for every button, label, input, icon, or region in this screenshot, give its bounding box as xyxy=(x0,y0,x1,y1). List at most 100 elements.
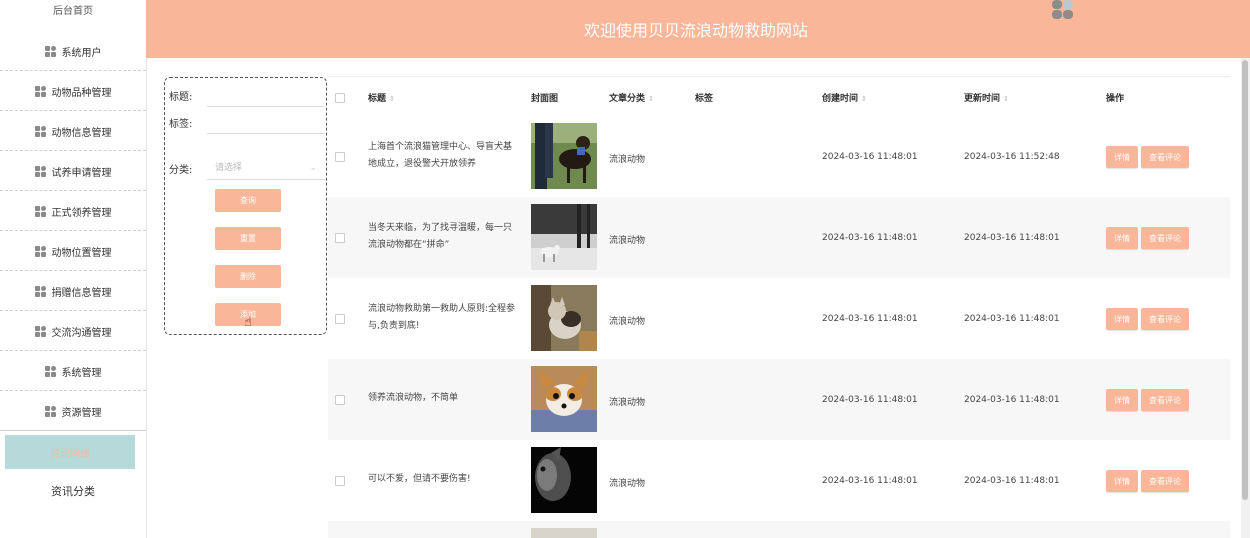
sort-icon[interactable]: ⇕ xyxy=(861,95,867,103)
hand-cursor-icon: ☝ xyxy=(244,315,252,330)
column-header-updated[interactable]: 更新时间 ⇕ xyxy=(964,91,1009,104)
row-category: 流浪动物 xyxy=(609,398,646,408)
cover-image xyxy=(531,447,597,513)
grid-icon xyxy=(44,45,56,57)
row-updated-time: 2024-03-16 11:52:48 xyxy=(964,152,1060,162)
row-category: 流浪动物 xyxy=(609,236,646,246)
sidebar-item-label: 动物信息管理 xyxy=(51,127,112,139)
row-checkbox[interactable] xyxy=(335,395,345,405)
sidebar-item-communication[interactable]: 交流沟通管理 xyxy=(0,312,146,351)
sidebar-item-system-users[interactable]: 系统用户 xyxy=(0,32,146,71)
row-checkbox[interactable] xyxy=(335,152,345,162)
scrollbar-thumb[interactable] xyxy=(1242,60,1248,500)
table-row: 当冬天来临，为了找寻温暖，每一只流浪动物都在“拼命” 流浪动物 2024-03-… xyxy=(328,197,1230,278)
page-scrollbar[interactable] xyxy=(1241,58,1250,538)
table-row: 上海首个流浪猫管理中心、导盲犬基地成立，退役警犬开放领养 流浪动物 2024-0… xyxy=(328,116,1230,197)
view-comments-button[interactable]: 查看评论 xyxy=(1141,146,1189,168)
table-row: 可以不爱，但请不要伤害! 流浪动物 2024-03-16 11:48:01 20… xyxy=(328,440,1230,521)
grid-icon xyxy=(34,285,46,297)
cover-image xyxy=(531,204,597,270)
row-title: 上海首个流浪猫管理中心、导盲犬基地成立，退役警犬开放领养 xyxy=(368,142,513,169)
sort-icon[interactable]: ⇕ xyxy=(389,95,395,103)
row-updated-time: 2024-03-16 11:48:01 xyxy=(964,314,1060,324)
detail-button[interactable]: 详情 xyxy=(1106,146,1138,168)
row-created-time: 2024-03-16 11:48:01 xyxy=(822,152,918,162)
select-all-checkbox[interactable] xyxy=(335,93,345,103)
detail-button[interactable]: 详情 xyxy=(1106,227,1138,249)
row-checkbox[interactable] xyxy=(335,233,345,243)
reset-button[interactable]: 重置 xyxy=(215,227,281,250)
detail-button[interactable]: 详情 xyxy=(1106,389,1138,411)
column-header-cover: 封面图 xyxy=(531,94,559,104)
sort-icon[interactable]: ⇕ xyxy=(648,95,654,103)
detail-button[interactable]: 详情 xyxy=(1106,308,1138,330)
sidebar-item-resource-management[interactable]: 资源管理 xyxy=(0,392,146,431)
column-header-category[interactable]: 文章分类 ⇕ xyxy=(609,91,654,104)
delete-button[interactable]: 删除 xyxy=(215,265,281,288)
sidebar-subitem-news-network[interactable]: 资讯网络 xyxy=(5,435,135,469)
grid-icon xyxy=(44,405,56,417)
sidebar-item-label: 系统管理 xyxy=(61,367,102,379)
sidebar: 后台首页 系统用户 动物品种管理 动物信息管理 试养申请管理 正式领养管理 动物… xyxy=(0,0,147,538)
site-title: 欢迎使用贝贝流浪动物救助网站 xyxy=(583,21,808,40)
cover-image xyxy=(531,285,597,351)
title-field-label: 标题: xyxy=(169,92,193,103)
sort-icon[interactable]: ⇕ xyxy=(1003,95,1009,103)
grid-icon xyxy=(34,125,46,137)
grid-icon xyxy=(34,205,46,217)
title-input[interactable] xyxy=(207,85,325,107)
row-created-time: 2024-03-16 11:48:01 xyxy=(822,395,918,405)
sidebar-item-trial-adoption[interactable]: 试养申请管理 xyxy=(0,152,146,191)
row-updated-time: 2024-03-16 11:48:01 xyxy=(964,395,1060,405)
grid-icon xyxy=(34,245,46,257)
row-title: 流浪动物救助第一救助人原则:全程参与,负责到底! xyxy=(368,304,516,331)
category-select[interactable]: 请选择 ⌄ xyxy=(207,156,325,180)
column-header-title[interactable]: 标题 ⇕ xyxy=(368,91,395,104)
row-created-time: 2024-03-16 11:48:01 xyxy=(822,476,918,486)
top-header: 欢迎使用贝贝流浪动物救助网站 xyxy=(146,0,1250,58)
row-title: 领养流浪动物，不简单 xyxy=(368,393,459,403)
sidebar-item-label: 系统用户 xyxy=(61,47,102,59)
sidebar-home-link[interactable]: 后台首页 xyxy=(0,0,146,28)
grid-icon xyxy=(34,85,46,97)
detail-button[interactable]: 详情 xyxy=(1106,470,1138,492)
sidebar-item-donation[interactable]: 捐赠信息管理 xyxy=(0,272,146,311)
sidebar-item-animal-location[interactable]: 动物位置管理 xyxy=(0,232,146,271)
view-comments-button[interactable]: 查看评论 xyxy=(1141,389,1189,411)
articles-table: 标题 ⇕ 封面图 文章分类 ⇕ 标签 创建时间 ⇕ 更新时间 ⇕ 操作 上海首个流浪猫管… xyxy=(328,76,1230,538)
user-avatar-icon[interactable] xyxy=(1052,0,1074,20)
column-header-tag: 标签 xyxy=(695,94,714,104)
sidebar-item-system-management[interactable]: 系统管理 xyxy=(0,352,146,391)
cover-image xyxy=(531,123,597,189)
query-button[interactable]: 查询 xyxy=(215,189,281,212)
search-panel: 标题: 标签: 分类: 请选择 ⌄ 查询 重置 删除 添加 ☝ xyxy=(164,77,327,335)
sidebar-item-label: 交流沟通管理 xyxy=(51,327,112,339)
sidebar-item-label: 资源管理 xyxy=(61,407,102,419)
table-row: 领养流浪动物，不简单 流浪动物 2024-03-16 11:48:01 2024… xyxy=(328,359,1230,440)
cover-image xyxy=(531,528,597,538)
category-select-placeholder: 请选择 xyxy=(215,163,243,173)
row-category: 流浪动物 xyxy=(609,317,646,327)
sidebar-item-animal-info[interactable]: 动物信息管理 xyxy=(0,112,146,151)
tag-input[interactable] xyxy=(207,112,325,134)
view-comments-button[interactable]: 查看评论 xyxy=(1141,308,1189,330)
row-checkbox[interactable] xyxy=(335,314,345,324)
row-updated-time: 2024-03-16 11:48:01 xyxy=(964,476,1060,486)
row-updated-time: 2024-03-16 11:48:01 xyxy=(964,233,1060,243)
table-row: 流浪动物救助第一救助人原则:全程参与,负责到底! 流浪动物 2024-03-16… xyxy=(328,278,1230,359)
sidebar-item-formal-adoption[interactable]: 正式领养管理 xyxy=(0,192,146,231)
sidebar-item-animal-breed[interactable]: 动物品种管理 xyxy=(0,72,146,111)
view-comments-button[interactable]: 查看评论 xyxy=(1141,227,1189,249)
row-category: 流浪动物 xyxy=(609,479,646,489)
row-created-time: 2024-03-16 11:48:01 xyxy=(822,233,918,243)
row-created-time: 2024-03-16 11:48:01 xyxy=(822,314,918,324)
grid-icon xyxy=(34,325,46,337)
view-comments-button[interactable]: 查看评论 xyxy=(1141,470,1189,492)
row-checkbox[interactable] xyxy=(335,476,345,486)
column-header-created[interactable]: 创建时间 ⇕ xyxy=(822,91,867,104)
row-category: 流浪动物 xyxy=(609,155,646,165)
table-row xyxy=(328,521,1230,538)
sidebar-item-label: 正式领养管理 xyxy=(51,207,112,219)
grid-icon xyxy=(44,365,56,377)
sidebar-subitem-news-category[interactable]: 资讯分类 xyxy=(0,474,146,508)
